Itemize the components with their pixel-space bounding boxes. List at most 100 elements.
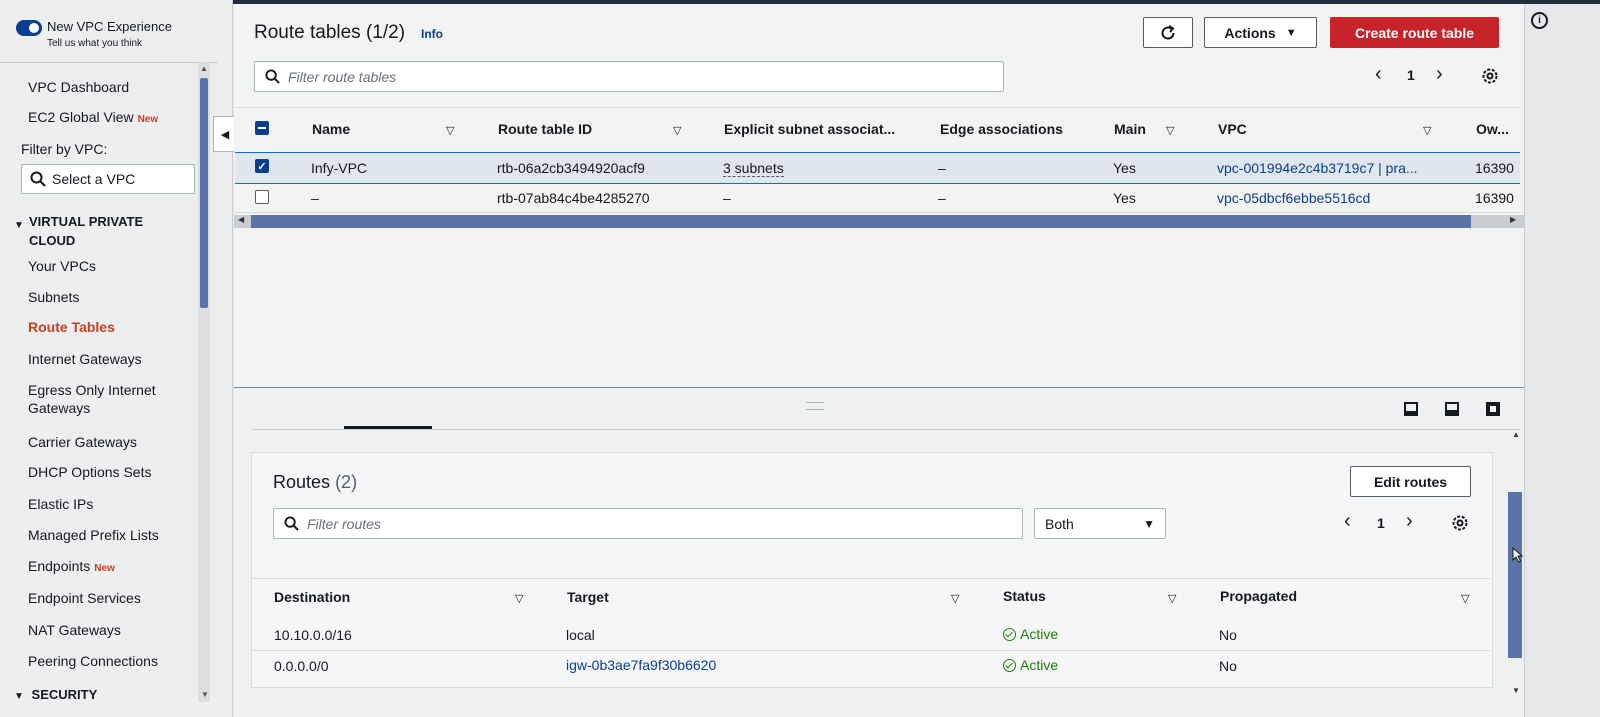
cell-target-link[interactable]: igw-0b3ae7fa9f30b6620 bbox=[566, 657, 716, 673]
next-page-icon[interactable]: › bbox=[1436, 63, 1443, 86]
column-header-name[interactable]: Name bbox=[312, 121, 350, 137]
sort-caret-icon[interactable]: ▽ bbox=[951, 592, 959, 605]
cell-destination: 10.10.0.0/16 bbox=[274, 627, 352, 643]
column-header-destination[interactable]: Destination bbox=[274, 589, 350, 605]
scroll-right-icon[interactable]: ▶ bbox=[1510, 215, 1516, 224]
feedback-link[interactable]: Tell us what you think bbox=[47, 38, 142, 49]
cell-edge-associations: – bbox=[938, 160, 946, 176]
info-icon[interactable]: i bbox=[1531, 12, 1548, 29]
filter-route-tables-input[interactable]: Filter route tables bbox=[254, 61, 1004, 92]
sort-caret-icon[interactable]: ▽ bbox=[1166, 124, 1174, 137]
filter-routes-input[interactable]: Filter routes bbox=[273, 508, 1023, 539]
new-experience-toggle[interactable] bbox=[16, 20, 42, 36]
column-header-vpc[interactable]: VPC bbox=[1218, 121, 1247, 137]
select-all-checkbox[interactable] bbox=[255, 121, 269, 135]
sort-caret-icon[interactable]: ▽ bbox=[1423, 124, 1431, 137]
sort-caret-icon[interactable]: ▽ bbox=[515, 592, 523, 605]
routes-propagation-select[interactable]: Both ▼ bbox=[1034, 508, 1166, 539]
sidebar-item-your-vpcs[interactable]: Your VPCs bbox=[28, 257, 198, 275]
settings-gear-icon[interactable] bbox=[1451, 514, 1469, 537]
sidebar-divider bbox=[0, 62, 218, 63]
column-header-target[interactable]: Target bbox=[567, 589, 609, 605]
section-label-line-2: CLOUD bbox=[29, 233, 76, 248]
page-number[interactable]: 1 bbox=[1377, 515, 1385, 531]
sort-caret-icon[interactable]: ▽ bbox=[1168, 592, 1176, 605]
sidebar-item-route-tables[interactable]: Route Tables bbox=[28, 318, 198, 336]
details-scrollbar-thumb[interactable] bbox=[1508, 492, 1522, 658]
vpc-filter-select[interactable]: Select a VPC bbox=[21, 164, 195, 194]
sidebar-item-elastic-ips[interactable]: Elastic IPs bbox=[28, 495, 198, 513]
edit-routes-button[interactable]: Edit routes bbox=[1350, 466, 1471, 497]
row-checkbox[interactable]: ✓ bbox=[255, 159, 269, 173]
scroll-down-icon[interactable]: ▼ bbox=[201, 690, 209, 699]
sidebar-item-managed-prefix-lists[interactable]: Managed Prefix Lists bbox=[28, 526, 198, 544]
sidebar-item-endpoints[interactable]: Endpoints New bbox=[28, 557, 198, 578]
scroll-up-icon[interactable]: ▲ bbox=[200, 64, 208, 73]
cell-route-table-id[interactable]: rtb-07ab84c4be4285270 bbox=[497, 190, 650, 206]
prev-page-icon[interactable]: ‹ bbox=[1375, 63, 1382, 86]
sidebar-item-carrier-gateways[interactable]: Carrier Gateways bbox=[28, 433, 198, 451]
sidebar-item-nat-gateways[interactable]: NAT Gateways bbox=[28, 621, 198, 639]
tab-strip-line bbox=[252, 429, 1520, 430]
cell-main: Yes bbox=[1113, 160, 1136, 176]
table-hscroll-thumb[interactable] bbox=[251, 215, 1471, 228]
sidebar-item-label: Endpoints bbox=[28, 558, 91, 574]
check-circle-icon bbox=[1003, 628, 1016, 641]
create-route-table-button[interactable]: Create route table bbox=[1330, 17, 1499, 48]
sort-caret-icon[interactable]: ▽ bbox=[1461, 592, 1469, 605]
column-header-owner[interactable]: Ow... bbox=[1476, 121, 1509, 137]
section-label: SECURITY bbox=[31, 687, 98, 702]
section-security[interactable]: ▼ SECURITY bbox=[14, 687, 97, 702]
sort-caret-icon[interactable]: ▽ bbox=[446, 124, 454, 137]
refresh-button[interactable] bbox=[1143, 17, 1193, 48]
panel-full-icon[interactable] bbox=[1486, 402, 1500, 416]
column-header-edge-associations[interactable]: Edge associations bbox=[940, 121, 1063, 137]
routes-count: (2) bbox=[335, 472, 358, 492]
next-page-icon[interactable]: › bbox=[1406, 510, 1413, 533]
tab-routes-active-indicator[interactable] bbox=[344, 426, 432, 429]
sidebar-item-vpc-dashboard[interactable]: VPC Dashboard bbox=[28, 78, 198, 96]
actions-dropdown-button[interactable]: Actions ▼ bbox=[1204, 17, 1317, 48]
column-header-propagated[interactable]: Propagated bbox=[1220, 588, 1297, 604]
sidebar-scrollbar-thumb[interactable] bbox=[200, 78, 208, 308]
cell-vpc-link[interactable]: vpc-05dbcf6ebbe5516cd bbox=[1217, 190, 1370, 206]
sidebar-item-internet-gateways[interactable]: Internet Gateways bbox=[28, 350, 198, 368]
sidebar-item-endpoint-services[interactable]: Endpoint Services bbox=[28, 589, 198, 607]
resize-handle-icon[interactable] bbox=[806, 402, 824, 410]
panel-bottom-icon[interactable] bbox=[1404, 402, 1418, 416]
selected-value: Both bbox=[1045, 515, 1074, 532]
new-badge: New bbox=[137, 114, 159, 125]
settings-gear-icon[interactable] bbox=[1481, 67, 1499, 90]
cell-owner: 16390 bbox=[1475, 190, 1514, 206]
cell-route-table-id[interactable]: rtb-06a2cb3494920acf9 bbox=[497, 160, 645, 176]
sidebar-item-ec2-global-view[interactable]: EC2 Global View New bbox=[28, 108, 198, 129]
search-icon bbox=[284, 516, 299, 531]
cell-owner: 16390 bbox=[1475, 160, 1514, 176]
column-header-main[interactable]: Main bbox=[1114, 121, 1146, 137]
cell-vpc-link[interactable]: vpc-001994e2c4b3719c7 | pra... bbox=[1217, 160, 1418, 176]
column-header-status[interactable]: Status bbox=[1003, 588, 1046, 604]
sidebar-item-peering-connections[interactable]: Peering Connections bbox=[28, 652, 198, 670]
page-number[interactable]: 1 bbox=[1407, 67, 1415, 83]
scroll-left-icon[interactable]: ◀ bbox=[238, 215, 244, 224]
prev-page-icon[interactable]: ‹ bbox=[1344, 510, 1351, 533]
caret-down-icon: ▼ bbox=[14, 220, 24, 231]
column-header-explicit-subnet[interactable]: Explicit subnet associat... bbox=[724, 121, 895, 137]
info-link[interactable]: Info bbox=[421, 27, 443, 41]
row-checkbox[interactable] bbox=[255, 190, 269, 204]
cell-explicit-subnets[interactable]: 3 subnets bbox=[723, 160, 784, 177]
caret-left-icon: ◀ bbox=[220, 128, 230, 141]
sidebar-item-dhcp-options-sets[interactable]: DHCP Options Sets bbox=[28, 463, 198, 481]
sort-caret-icon[interactable]: ▽ bbox=[673, 124, 681, 137]
check-circle-icon bbox=[1003, 659, 1016, 672]
section-virtual-private-cloud[interactable]: ▼ VIRTUAL PRIVATE CLOUD bbox=[14, 212, 143, 250]
table-bottom-divider bbox=[235, 212, 1520, 213]
routes-title-text: Routes bbox=[273, 472, 331, 492]
cell-main: Yes bbox=[1113, 190, 1136, 206]
scroll-up-icon[interactable]: ▲ bbox=[1512, 430, 1520, 439]
column-header-route-table-id[interactable]: Route table ID bbox=[498, 121, 592, 137]
sidebar-item-egress-only-internet-gateways[interactable]: Egress Only Internet Gateways bbox=[28, 381, 178, 417]
sidebar-item-subnets[interactable]: Subnets bbox=[28, 288, 198, 306]
scroll-down-icon[interactable]: ▼ bbox=[1512, 686, 1520, 695]
panel-split-icon[interactable] bbox=[1445, 402, 1459, 416]
